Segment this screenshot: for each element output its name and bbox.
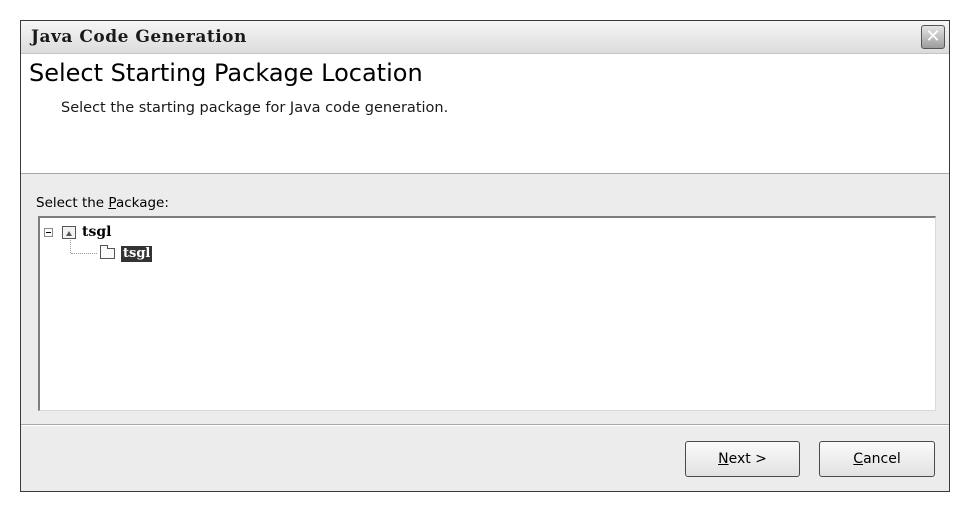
package-tree[interactable]: tsgl tsgl xyxy=(38,216,936,411)
dialog-window: Java Code Generation ✕ Select Starting P… xyxy=(20,20,950,492)
tree-item-package[interactable]: tsgl xyxy=(121,246,153,262)
footer-divider xyxy=(21,424,949,426)
next-button[interactable]: Next > xyxy=(685,441,800,477)
page-title: Select Starting Package Location xyxy=(29,59,423,87)
package-label: Select the Package: xyxy=(36,195,169,211)
package-label-prefix: Select the xyxy=(36,195,109,211)
folder-icon xyxy=(100,245,115,259)
tree-connector-line xyxy=(70,240,72,253)
collapse-toggle-icon[interactable] xyxy=(44,228,53,237)
close-icon: ✕ xyxy=(925,26,941,47)
next-label: ext > xyxy=(728,451,767,467)
package-label-mnemonic: P xyxy=(108,195,116,211)
cancel-mnemonic: C xyxy=(853,451,864,467)
title-bar[interactable]: Java Code Generation ✕ xyxy=(21,21,949,54)
cancel-label: ancel xyxy=(863,451,901,467)
tree-item-root[interactable]: tsgl xyxy=(82,224,111,240)
next-mnemonic: N xyxy=(718,451,729,467)
cancel-button[interactable]: Cancel xyxy=(819,441,935,477)
wizard-header: Select Starting Package Location Select … xyxy=(21,54,949,174)
page-subtitle: Select the starting package for Java cod… xyxy=(61,100,449,116)
project-icon xyxy=(62,226,76,239)
package-label-suffix: ackage: xyxy=(115,195,169,211)
tree-connector-line xyxy=(71,253,97,255)
window-title: Java Code Generation xyxy=(31,27,247,47)
close-button[interactable]: ✕ xyxy=(921,25,945,49)
